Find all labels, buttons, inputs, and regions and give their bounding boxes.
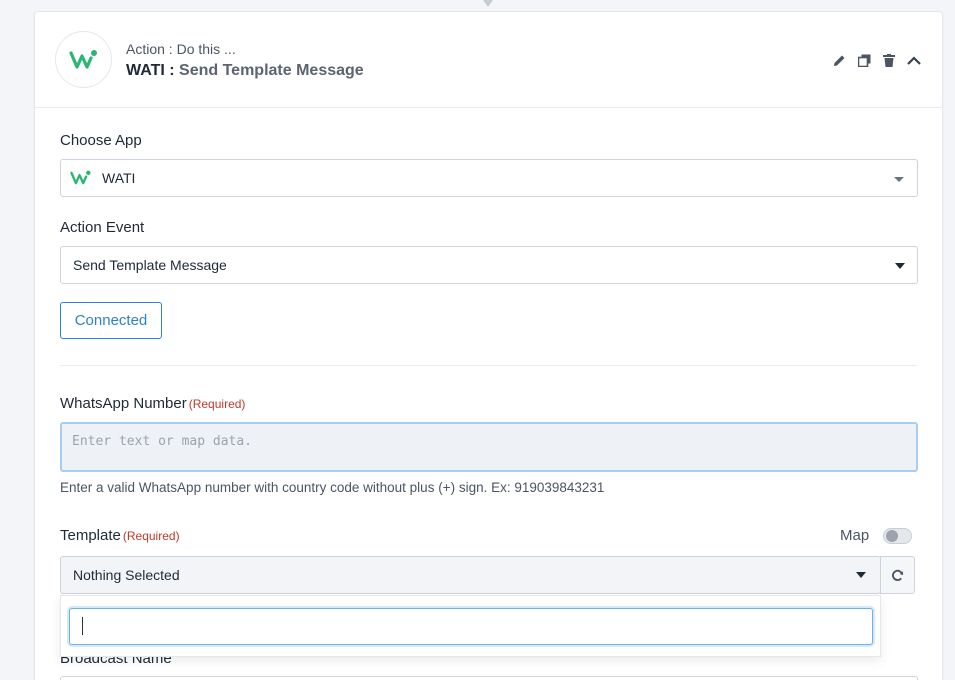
refresh-icon xyxy=(892,569,904,581)
caret-down-icon xyxy=(894,177,904,182)
map-toggle-label: Map xyxy=(840,527,870,544)
wati-small-icon xyxy=(70,170,91,185)
step-event-name: Send Template Message xyxy=(179,62,364,79)
step-actions xyxy=(831,52,922,68)
connector-arrow-icon xyxy=(483,0,493,7)
template-search-input[interactable] xyxy=(69,608,873,645)
toggle-knob xyxy=(886,530,898,542)
step-header[interactable]: Action : Do this ... WATI : Send Templat… xyxy=(35,12,942,108)
wati-logo xyxy=(55,31,112,88)
choose-app-value: WATI xyxy=(102,170,136,186)
step-subtitle: Action : Do this ... xyxy=(126,41,236,57)
template-label-text: Template xyxy=(60,527,121,544)
whatsapp-number-input[interactable]: Enter text or map data. xyxy=(60,422,918,472)
broadcast-name-input[interactable] xyxy=(60,676,918,680)
pencil-icon[interactable] xyxy=(831,52,847,68)
required-tag: (Required) xyxy=(122,529,180,543)
step-title: WATI : Send Template Message xyxy=(126,62,364,80)
required-tag: (Required) xyxy=(188,397,246,411)
copy-icon[interactable] xyxy=(856,52,872,68)
whatsapp-number-label-text: WhatsApp Number xyxy=(60,395,187,412)
chevron-up-icon[interactable] xyxy=(906,52,922,68)
trash-icon[interactable] xyxy=(881,52,897,68)
template-label: Template (Required) xyxy=(60,527,180,544)
template-dropdown xyxy=(60,595,881,657)
whatsapp-number-label: WhatsApp Number (Required) xyxy=(60,395,245,412)
caret-down-icon xyxy=(856,572,866,578)
step-app-name: WATI : xyxy=(126,62,175,79)
connected-button[interactable]: Connected xyxy=(60,302,162,339)
text-cursor xyxy=(82,617,83,635)
template-select[interactable]: Nothing Selected xyxy=(60,556,881,594)
map-toggle[interactable] xyxy=(883,528,912,544)
divider xyxy=(60,365,917,366)
action-event-label: Action Event xyxy=(60,219,145,236)
action-event-select[interactable]: Send Template Message xyxy=(60,246,918,284)
choose-app-label: Choose App xyxy=(60,132,142,149)
action-event-value: Send Template Message xyxy=(73,257,227,273)
action-step-card: Action : Do this ... WATI : Send Templat… xyxy=(34,11,943,680)
refresh-templates-button[interactable] xyxy=(880,556,915,594)
choose-app-select[interactable]: WATI xyxy=(60,159,918,197)
caret-down-icon xyxy=(895,263,905,269)
template-selected-value: Nothing Selected xyxy=(73,567,180,583)
whatsapp-number-hint: Enter a valid WhatsApp number with count… xyxy=(60,480,605,495)
